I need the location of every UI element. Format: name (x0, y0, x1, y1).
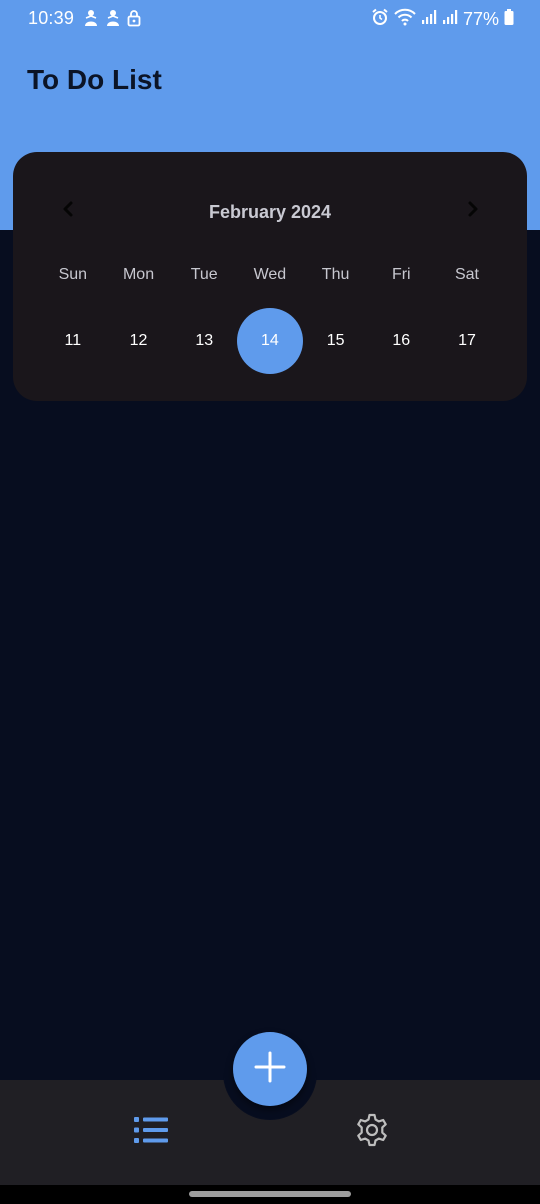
status-right: 77% (371, 8, 514, 31)
day-number: 13 (195, 332, 214, 349)
month-navigation: February 2024 (13, 196, 527, 226)
weekday-label: Thu (321, 266, 350, 283)
chevron-right-icon (466, 200, 480, 223)
weekday-label: Sat (454, 266, 479, 283)
list-icon (133, 1115, 169, 1150)
calendar-day[interactable]: 15 (303, 308, 369, 374)
gear-icon (354, 1112, 390, 1153)
plus-icon (253, 1050, 287, 1089)
person-icon (83, 9, 99, 32)
status-left-icons (83, 9, 141, 32)
signal-icon (442, 9, 458, 30)
calendar-day[interactable]: 17 (434, 308, 500, 374)
status-time: 10:39 (28, 8, 75, 28)
nav-settings[interactable] (350, 1110, 394, 1154)
status-bar: 10:39 77% (0, 0, 540, 38)
day-number: 15 (326, 332, 345, 349)
home-indicator[interactable] (189, 1191, 351, 1197)
battery-icon (504, 8, 514, 31)
calendar-day[interactable]: 12 (106, 308, 172, 374)
weekday-label: Tue (190, 266, 218, 283)
nav-tasks[interactable] (129, 1110, 173, 1154)
add-task-button[interactable] (233, 1032, 307, 1106)
day-number: 12 (129, 332, 148, 349)
weekday-label: Mon (122, 266, 155, 283)
calendar-day[interactable]: 11 (40, 308, 106, 374)
calendar-card: February 2024 Sun Mon Tue Wed Thu Fri Sa… (13, 152, 527, 401)
calendar-day[interactable]: 14 (236, 308, 303, 374)
weekday-label: Sun (58, 266, 88, 283)
battery-percent: 77% (462, 9, 499, 29)
month-label: February 2024 (208, 202, 332, 222)
day-number: 11 (64, 332, 82, 349)
day-number: 16 (392, 332, 411, 349)
day-number: 17 (458, 332, 476, 349)
lock-icon (127, 9, 141, 32)
weekday-label: Fri (391, 266, 411, 283)
calendar-day[interactable]: 13 (171, 308, 237, 374)
calendar-day[interactable]: 16 (368, 308, 434, 374)
week-days: 11 12 13 14 15 16 17 (40, 308, 500, 374)
app-screen: 10:39 77% To Do List February 2024 Sun M… (0, 0, 540, 1204)
page-title: To Do List (27, 64, 162, 95)
alarm-icon (371, 8, 389, 31)
day-number: 14 (261, 332, 279, 349)
weekday-header: Sun Mon Tue Wed Thu Fri Sat (40, 266, 500, 284)
next-week-button[interactable] (460, 198, 486, 224)
wifi-icon (394, 8, 416, 31)
person-icon (105, 9, 121, 32)
weekday-label: Wed (253, 266, 287, 283)
signal-icon (421, 9, 437, 30)
